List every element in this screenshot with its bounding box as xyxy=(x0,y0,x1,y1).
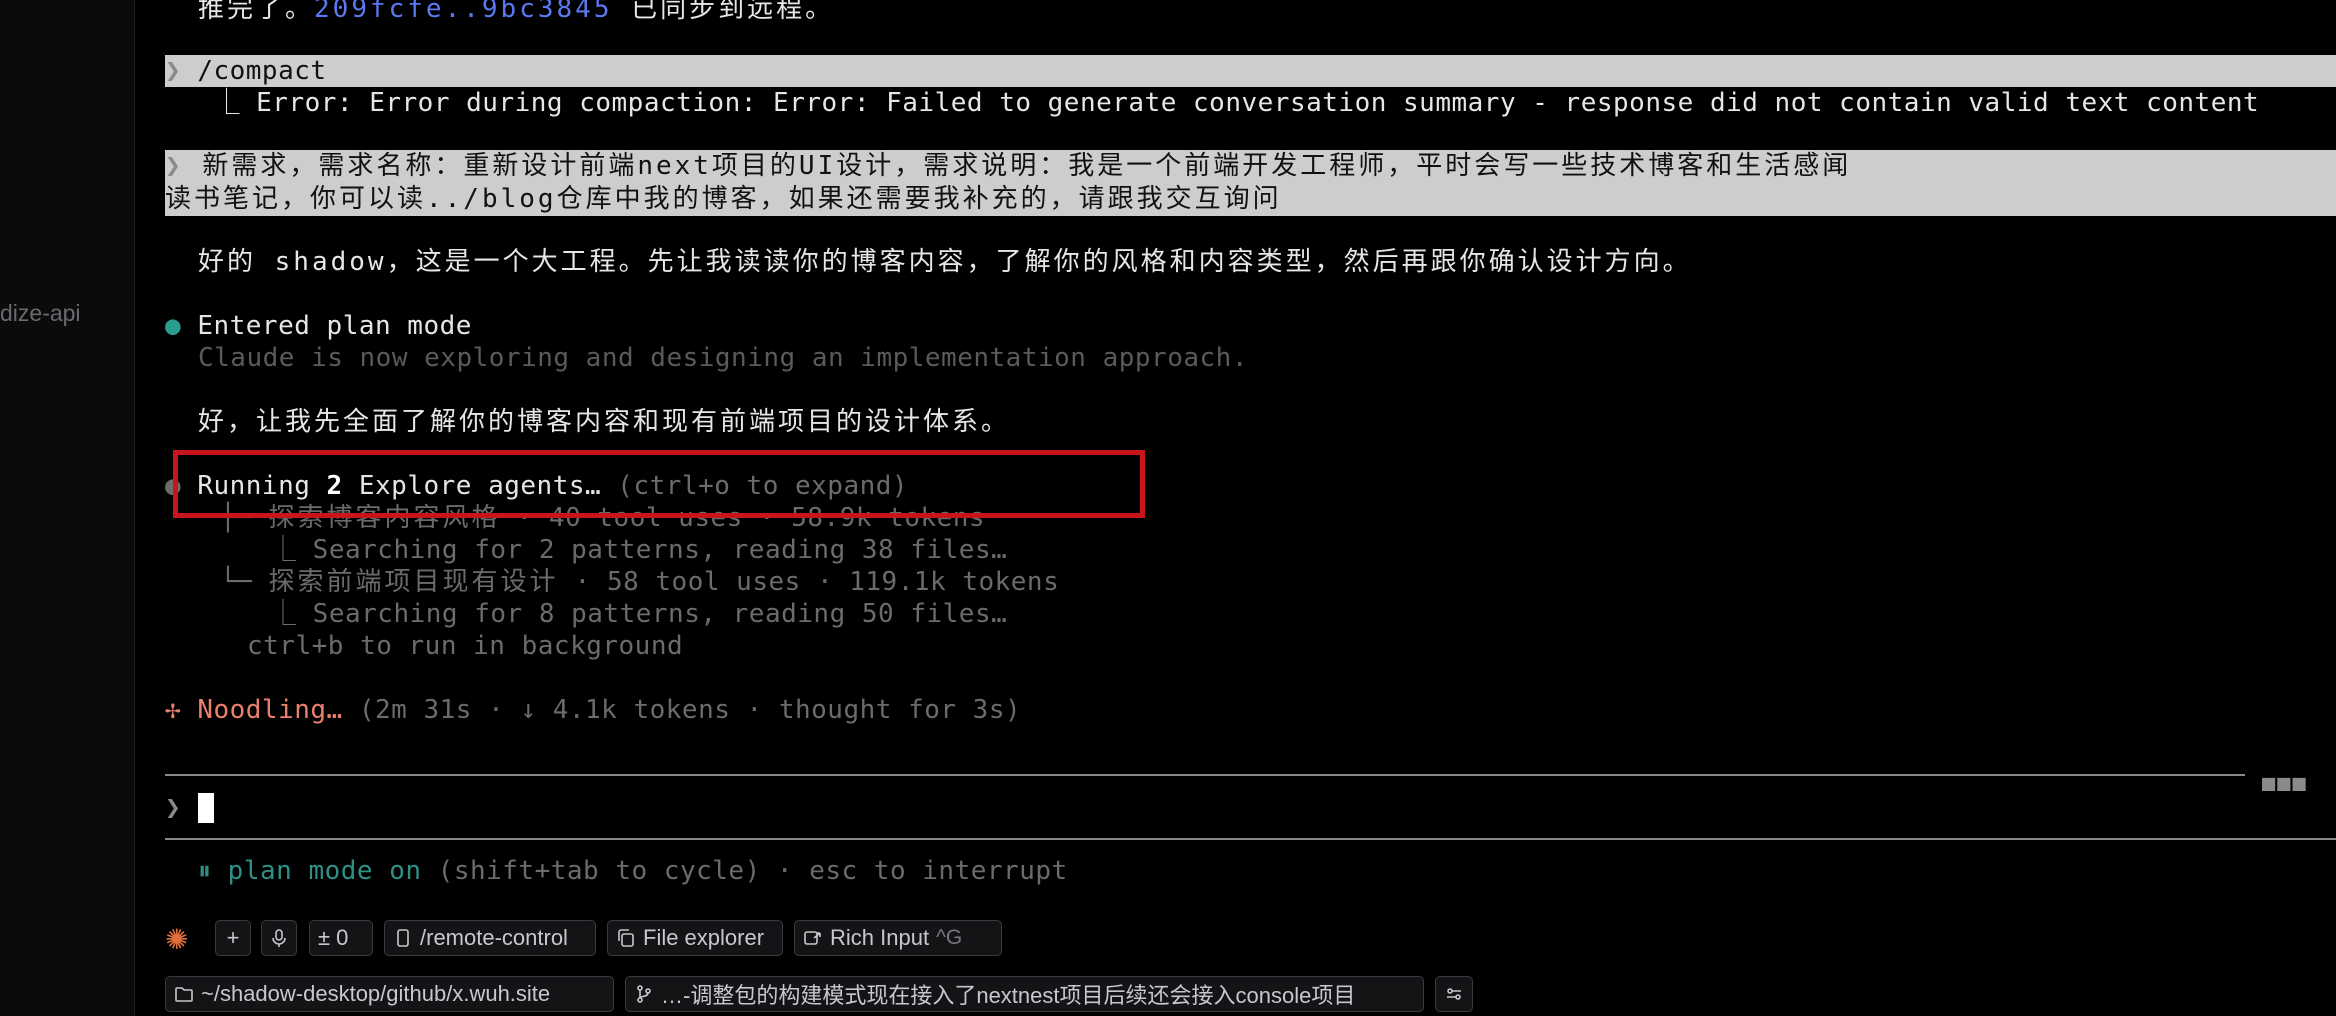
diff-button[interactable]: ± 0 xyxy=(309,920,373,956)
claude-logo-icon: ✺ xyxy=(165,923,189,956)
pause-icon: ⏸ xyxy=(198,856,212,886)
input-top-rule xyxy=(165,774,2245,776)
plan-mode-subtitle: Claude is now exploring and designing an… xyxy=(198,343,1248,373)
input-cursor[interactable] xyxy=(198,793,214,823)
assistant-reply-2: 好，让我先全面了解你的博客内容和现有前端项目的设计体系。 xyxy=(198,407,1011,437)
compact-error: ⎿ Error: Error during compaction: Error:… xyxy=(213,88,2260,118)
add-button[interactable]: + xyxy=(215,920,251,956)
microphone-button[interactable] xyxy=(261,920,297,956)
agent-tree-1-status: ⎿ Searching for 2 patterns, reading 38 f… xyxy=(270,535,1008,565)
rich-input-icon xyxy=(804,931,821,945)
commit-hash: 209fcfe..9bc3845 xyxy=(314,0,613,24)
plan-mode-entry: ● Entered plan mode xyxy=(165,311,472,341)
spinner-icon: ✢ xyxy=(165,695,182,725)
request-line-2: 读书笔记，你可以读../blog仓库中我的博客，如果还需要我补充的，请跟我交互询… xyxy=(165,184,1282,214)
remote-control-button[interactable]: /remote-control xyxy=(384,920,596,956)
agent-tree-2: └─ 探索前端项目现有设计 · 58 tool uses · 119.1k to… xyxy=(220,567,1060,597)
phone-icon xyxy=(397,929,409,947)
git-branch-icon xyxy=(637,985,651,1003)
rich-input-shortcut: ^G xyxy=(936,926,963,949)
rich-input-button[interactable]: Rich Input ^G xyxy=(794,920,1002,956)
project-path-button[interactable]: ~/shadow-desktop/github/x.wuh.site xyxy=(165,976,614,1012)
highlight-box xyxy=(173,450,1145,518)
file-explorer-button[interactable]: File explorer xyxy=(607,920,783,956)
sidebar: dize-api xyxy=(0,0,135,1016)
input-bottom-rule xyxy=(165,838,2336,840)
sliders-icon xyxy=(1447,988,1461,1000)
folder-icon xyxy=(175,987,193,1002)
compact-command-row xyxy=(165,55,2336,87)
sync-message: 推完了。209fcfe..9bc3845 已同步到远程。 xyxy=(198,0,834,25)
mode-line: ⏸ plan mode on (shift+tab to cycle) · es… xyxy=(198,856,1068,886)
microphone-icon xyxy=(272,929,286,947)
input-prompt-icon: ❯ xyxy=(165,793,182,823)
status-line: ✢ Noodling… (2m 31s · ↓ 4.1k tokens · th… xyxy=(165,695,1022,725)
agent-tree-2-status: ⎿ Searching for 8 patterns, reading 50 f… xyxy=(270,599,1008,629)
request-line-1: ❯ 新需求，需求名称：重新设计前端next项目的UI设计，需求说明：我是一个前端… xyxy=(165,151,1852,181)
more-icon[interactable]: ■■■ xyxy=(2262,771,2308,796)
compact-command: ❯ /compact xyxy=(165,56,327,86)
copy-icon xyxy=(618,929,634,947)
teal-bullet-icon: ● xyxy=(165,311,182,341)
assistant-reply-1: 好的 shadow，这是一个大工程。先让我读读你的博客内容，了解你的风格和内容类… xyxy=(198,247,1692,277)
background-hint: ctrl+b to run in background xyxy=(247,631,684,661)
settings-button[interactable] xyxy=(1435,976,1473,1012)
git-branch-button[interactable]: …-调整包的构建模式现在接入了nextnest项目后续还会接入console项目 xyxy=(625,976,1424,1012)
sidebar-item-partial[interactable]: dize-api xyxy=(0,300,81,327)
